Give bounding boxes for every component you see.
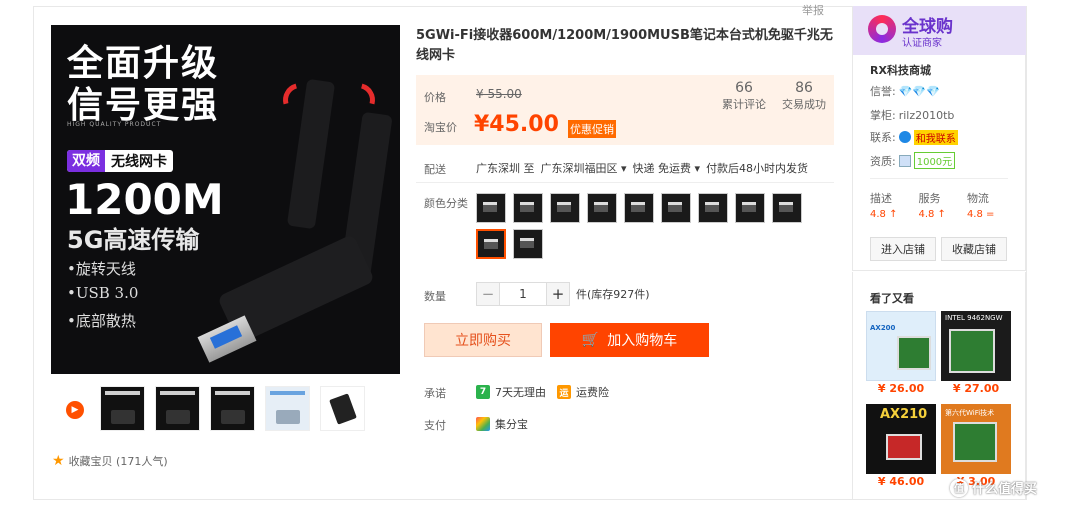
score-logistics: 物流 4.8 = [966,192,995,220]
color-option[interactable] [735,193,765,223]
decrease-button[interactable]: − [476,282,500,306]
recommended-item[interactable]: 第六代WiFi技术 ¥ 3.00 [941,404,1011,488]
tagline: HIGH QUALITY PRODUCT [67,121,162,128]
shop-scores: 描述 4.8 ↑ 服务 4.8 ↑ 物流 4.8 = [870,190,994,220]
thumbnail-3[interactable] [210,386,255,431]
diamond-icon: 💎💎💎 [898,84,940,98]
global-buy-banner: 全球购 认证商家 [853,6,1026,55]
main-product-image[interactable]: 全面升级 信号更强 HIGH QUALITY PRODUCT 双频 无线网卡 1… [51,25,400,374]
quantity-input[interactable]: 1 [500,282,546,306]
color-option[interactable] [661,193,691,223]
recommended-item[interactable]: INTEL 9462NGW ¥ 27.00 [941,311,1011,395]
price-box: 价格 ¥ 55.00 淘宝价 ¥45.00 优惠促销 66 累计评论 86 交易… [416,75,834,145]
favorite-item[interactable]: ★ 收藏宝贝 (171人气) [52,453,168,469]
divider [416,182,834,183]
enter-shop-button[interactable]: 进入店铺 [870,237,936,261]
recommended-item[interactable]: AX200 ¥ 26.00 [866,311,936,395]
also-viewed-title: 看了又看 [870,292,914,305]
ship-method-select[interactable]: 快递 免运费 ▾ [633,160,701,176]
global-buy-logo-icon [868,15,896,43]
video-play-button[interactable]: ▶ [60,386,90,434]
ship-to-select[interactable]: 广东深圳福田区 ▾ [541,160,627,176]
promo-price-label: 淘宝价 [424,121,457,134]
color-option[interactable] [550,193,580,223]
shipping-label: 配送 [424,163,446,176]
promise-7day[interactable]: 7 7天无理由 [476,384,546,400]
insurance-icon: 运 [557,385,571,399]
speed-big-text: 1200M [65,175,224,224]
thumbnail-1[interactable] [100,386,145,431]
speed-subtext: 5G高速传输 [67,226,200,254]
contact-button[interactable]: 和我联系 [913,129,958,145]
feature-1: •旋转天线 [67,260,136,278]
color-options [476,193,806,259]
color-option[interactable] [698,193,728,223]
collect-shop-button[interactable]: 收藏店铺 [941,237,1007,261]
product-title: 5GWi-Fi接收器600M/1200M/1900MUSB笔记本台式机免驱千兆无… [416,28,833,63]
feature-2: •USB 3.0 [67,284,139,302]
color-label: 颜色分类 [424,197,468,210]
quantity-label: 数量 [424,290,446,303]
shop-panel: 全球购 认证商家 RX科技商城 信誉: 💎💎💎 掌柜: rilz2010tb 联… [852,6,1026,271]
chevron-down-icon: ▾ [621,162,627,175]
seven-day-icon: 7 [476,385,490,399]
jifenbao-icon [476,417,490,431]
thumbnail-strip: ▶ [60,386,365,434]
score-service: 服务 4.8 ↑ [918,192,946,220]
color-option[interactable] [587,193,617,223]
recommended-item[interactable]: AX210 ¥ 46.00 [866,404,936,488]
qualification-row: 资质: 1000元 [870,152,956,169]
headline: 全面升级 信号更强 [67,43,220,126]
color-option[interactable] [513,193,543,223]
thumbnail-5[interactable] [320,386,365,431]
divider [870,178,1008,179]
keeper-row: 掌柜: rilz2010tb [870,108,955,123]
increase-button[interactable]: + [546,282,570,306]
reviews-stat[interactable]: 66 累计评论 [722,80,766,112]
color-option[interactable] [513,229,543,259]
license-icon[interactable] [898,154,911,167]
stock-text: 件(库存927件) [576,288,650,301]
buy-now-button[interactable]: 立即购买 [424,323,542,357]
feature-3: •底部散热 [67,312,136,330]
add-to-cart-button[interactable]: 🛒 加入购物车 [550,323,709,357]
cart-icon: 🛒 [581,332,600,348]
play-icon: ▶ [66,401,84,419]
score-description: 描述 4.8 ↑ [870,192,898,220]
credit-row: 信誉: 💎💎💎 [870,84,940,99]
thumbnail-4[interactable] [265,386,310,431]
zhidemai-logo-icon: 值 [950,478,968,497]
thumbnail-2[interactable] [155,386,200,431]
also-viewed-panel: 看了又看 AX200 ¥ 26.00 INTEL 9462NGW ¥ 27.00… [852,272,1026,500]
dual-band-badge: 双频 无线网卡 [67,150,173,172]
chevron-down-icon: ▾ [694,162,701,175]
quantity-stepper: − 1 + 件(库存927件) [476,282,650,306]
keeper-name: rilz2010tb [898,108,955,122]
color-option[interactable] [624,193,654,223]
sold-stat: 86 交易成功 [782,80,826,111]
watermark: 值 什么值得买 [950,478,1037,497]
report-link[interactable]: 举报 [802,2,824,18]
price-label: 价格 [424,91,446,104]
shop-name[interactable]: RX科技商城 [870,62,931,78]
color-option[interactable] [476,193,506,223]
shipping-info: 广东深圳 至 广东深圳福田区 ▾ 快递 免运费 ▾ 付款后48小时内发货 [476,160,809,176]
color-option[interactable] [772,193,802,223]
wangwang-icon [898,131,911,143]
promise-shipping-insurance[interactable]: 运 运费险 [557,384,609,400]
brand-subtitle: 认证商家 [902,38,942,49]
original-price: ¥ 55.00 [476,87,522,101]
favorite-label: 收藏宝贝 (171人气) [68,455,168,468]
payment-method[interactable]: 集分宝 [476,416,528,432]
deposit-badge[interactable]: 1000元 [913,152,956,169]
payment-label: 支付 [424,419,446,432]
promo-tag: 优惠促销 [568,120,616,138]
current-price: ¥45.00 [474,112,559,137]
star-icon: ★ [52,453,65,469]
color-option-selected[interactable] [476,229,506,259]
promise-label: 承诺 [424,387,446,400]
contact-row: 联系: 和我联系 [870,129,958,145]
